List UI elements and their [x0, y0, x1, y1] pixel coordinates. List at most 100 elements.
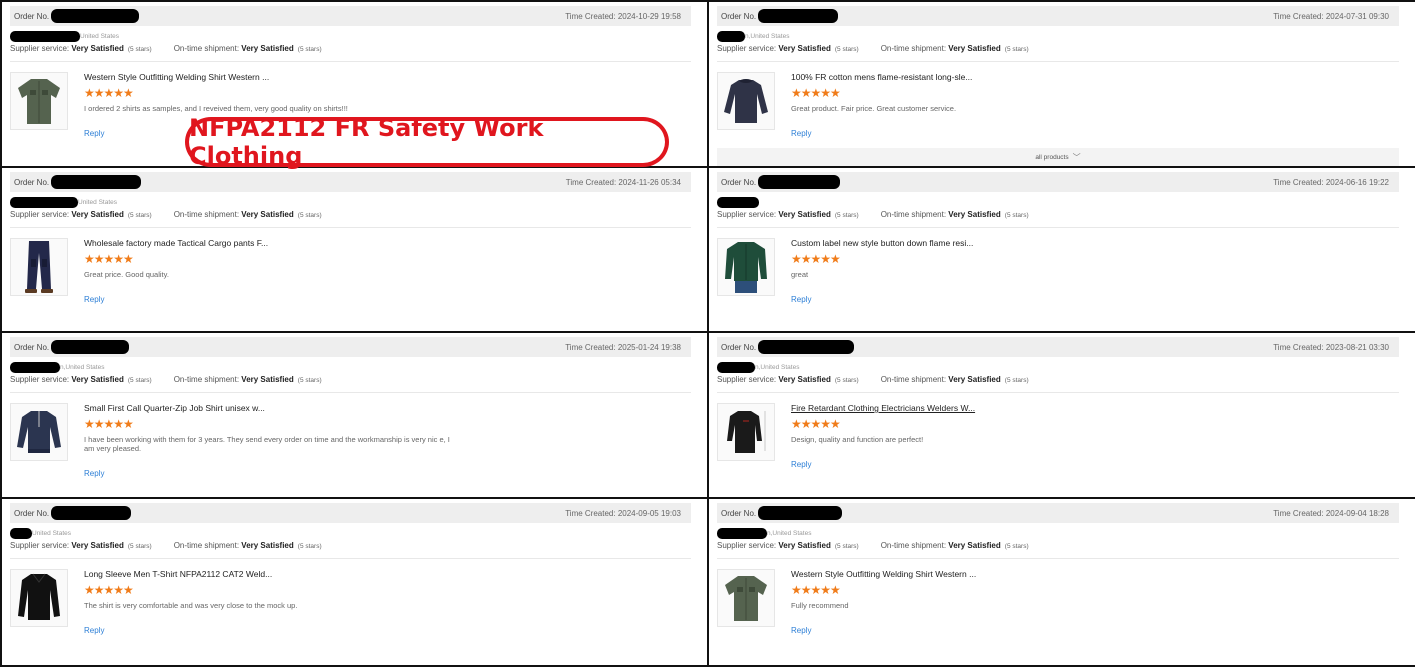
service-ratings: Supplier service: Very Satisfied (5 stars… — [717, 375, 1399, 384]
reply-link[interactable]: Reply — [84, 295, 268, 304]
supplier-service-label: Supplier service: — [10, 375, 70, 384]
product-review: Wholesale factory made Tactical Cargo pa… — [10, 238, 691, 304]
order-label: Order No. — [14, 177, 50, 187]
divider — [10, 227, 691, 228]
product-thumbnail[interactable] — [10, 403, 68, 461]
product-thumbnail[interactable] — [10, 238, 68, 296]
redacted-buyer-name — [10, 361, 60, 373]
buyer-location: n,United States — [767, 529, 812, 537]
redacted-order-number — [51, 175, 142, 189]
buyer-location: United States — [78, 198, 118, 206]
supplier-rating: Very Satisfied — [778, 541, 831, 550]
product-review: Small First Call Quarter-Zip Job Shirt u… — [10, 403, 691, 478]
product-thumbnail[interactable] — [10, 569, 68, 627]
reply-link[interactable]: Reply — [84, 626, 297, 635]
on-time-label: On-time shipment: — [880, 44, 947, 53]
star-rating: ★★★★★ — [84, 252, 134, 266]
order-header: Order No. Time Created: 2024-09-05 19:03 — [10, 503, 691, 523]
review-card: Order No. Time Created: 2025-01-24 19:38… — [0, 331, 709, 499]
product-review: Long Sleeve Men T-Shirt NFPA2112 CAT2 We… — [10, 569, 691, 635]
order-label: Order No. — [721, 11, 757, 21]
service-ratings: Supplier service: Very Satisfied (5 stars… — [10, 44, 691, 53]
product-title[interactable]: Fire Retardant Clothing Electricians Wel… — [791, 403, 975, 413]
promo-banner: NFPA2112 FR Safety Work Clothing — [185, 114, 669, 170]
service-ratings: Supplier service: Very Satisfied (5 stars… — [717, 44, 1399, 53]
buyer-location: n,United States — [745, 32, 790, 40]
product-review: Fire Retardant Clothing Electricians Wel… — [717, 403, 1399, 469]
redacted-order-number — [758, 9, 839, 23]
product-title[interactable]: Small First Call Quarter-Zip Job Shirt u… — [84, 403, 456, 413]
supplier-stars-text: (5 stars) — [127, 212, 152, 219]
product-thumbnail[interactable] — [717, 403, 775, 461]
product-thumbnail[interactable] — [717, 238, 775, 296]
review-card: Order No. Time Created: 2024-07-31 09:30… — [707, 0, 1415, 168]
supplier-rating: Very Satisfied — [778, 210, 831, 219]
reply-link[interactable]: Reply — [791, 460, 975, 469]
time-created: 2024-11-26 05:34 — [618, 177, 681, 187]
product-title[interactable]: Long Sleeve Men T-Shirt NFPA2112 CAT2 We… — [84, 569, 297, 579]
shipment-rating: Very Satisfied — [948, 541, 1001, 550]
product-title[interactable]: Western Style Outfitting Welding Shirt W… — [791, 569, 976, 579]
star-rating: ★★★★★ — [84, 417, 134, 431]
buyer-info — [717, 196, 1399, 208]
redacted-buyer-name — [717, 196, 759, 208]
star-rating: ★★★★★ — [791, 86, 841, 100]
star-rating: ★★★★★ — [84, 583, 134, 597]
redacted-buyer-name — [10, 527, 32, 539]
service-ratings: Supplier service: Very Satisfied (5 stars… — [10, 375, 691, 384]
product-title[interactable]: Western Style Outfitting Welding Shirt W… — [84, 72, 348, 82]
shipment-stars-text: (5 stars) — [297, 212, 322, 219]
divider — [717, 392, 1399, 393]
order-label: Order No. — [14, 508, 50, 518]
supplier-rating: Very Satisfied — [778, 44, 831, 53]
time-created: 2023-08-21 03:30 — [1325, 342, 1389, 352]
product-title[interactable]: Custom label new style button down flame… — [791, 238, 973, 248]
buyer-info: United States — [10, 196, 691, 208]
shipment-stars-text: (5 stars) — [1004, 543, 1029, 550]
buyer-info: United States — [10, 30, 691, 42]
review-text: I ordered 2 shirts as samples, and I rev… — [84, 104, 348, 113]
supplier-stars-text: (5 stars) — [834, 543, 859, 550]
order-label: Order No. — [14, 342, 50, 352]
all-products-toggle[interactable]: all products ﹀ — [717, 148, 1399, 166]
star-rating: ★★★★★ — [791, 252, 841, 266]
product-title[interactable]: 100% FR cotton mens flame-resistant long… — [791, 72, 972, 82]
reply-link[interactable]: Reply — [791, 295, 973, 304]
shipment-stars-text: (5 stars) — [1004, 377, 1029, 384]
order-label: Order No. — [721, 177, 757, 187]
review-card: Order No. Time Created: 2024-11-26 05:34… — [0, 166, 709, 333]
on-time-label: On-time shipment: — [880, 210, 947, 219]
order-label: Order No. — [721, 508, 757, 518]
reply-link[interactable]: Reply — [84, 469, 456, 478]
product-thumbnail[interactable] — [717, 72, 775, 130]
product-thumbnail[interactable] — [717, 569, 775, 627]
order-header: Order No. Time Created: 2024-09-04 18:28 — [717, 503, 1399, 523]
supplier-rating: Very Satisfied — [71, 210, 124, 219]
on-time-label: On-time shipment: — [173, 210, 240, 219]
time-label: Time Created: — [1273, 508, 1324, 518]
supplier-stars-text: (5 stars) — [834, 212, 859, 219]
buyer-location: United States — [32, 529, 72, 537]
supplier-service-label: Supplier service: — [717, 44, 777, 53]
supplier-service-label: Supplier service: — [717, 375, 777, 384]
pants-icon — [25, 241, 53, 293]
review-card: Order No. Time Created: 2024-06-16 19:22… — [707, 166, 1415, 333]
redacted-buyer-name — [717, 361, 755, 373]
buyer-location: n,United States — [60, 363, 105, 371]
shipment-stars-text: (5 stars) — [297, 543, 322, 550]
order-label: Order No. — [721, 342, 757, 352]
product-thumbnail[interactable] — [10, 72, 68, 130]
review-text: I have been working with them for 3 year… — [84, 435, 450, 453]
on-time-label: On-time shipment: — [173, 375, 240, 384]
on-time-label: On-time shipment: — [880, 541, 947, 550]
product-title[interactable]: Wholesale factory made Tactical Cargo pa… — [84, 238, 268, 248]
supplier-rating: Very Satisfied — [778, 375, 831, 384]
reply-link[interactable]: Reply — [791, 626, 976, 635]
shirt-icon — [725, 576, 767, 621]
time-label: Time Created: — [565, 508, 616, 518]
supplier-stars-text: (5 stars) — [127, 543, 152, 550]
redacted-order-number — [758, 340, 855, 354]
reply-link[interactable]: Reply — [791, 129, 972, 138]
reviews-grid: Order No. Time Created: 2024-10-29 19:58… — [0, 0, 1415, 667]
supplier-rating: Very Satisfied — [71, 44, 124, 53]
